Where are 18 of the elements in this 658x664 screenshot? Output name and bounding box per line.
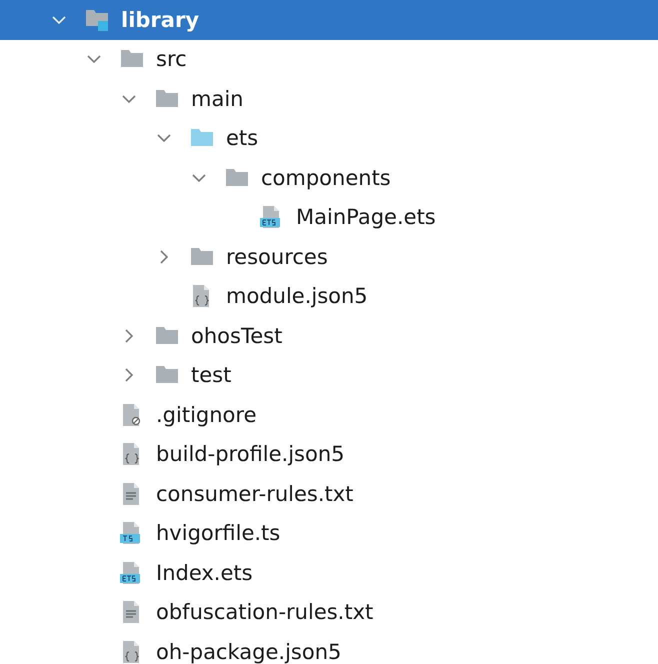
tree-item[interactable]: .gitignore [156, 402, 256, 427]
tree-item[interactable]: src [156, 47, 187, 72]
tree-item[interactable]: test [191, 363, 232, 388]
tree-item[interactable]: main [191, 86, 244, 111]
tree-item[interactable]: obfuscation-rules.txt [156, 600, 374, 624]
tree-item[interactable]: components [261, 166, 391, 190]
module-folder-icon [85, 8, 109, 32]
tree-item[interactable]: module.json5 [226, 284, 368, 308]
tree-item[interactable]: resources [226, 244, 328, 269]
tree-item[interactable]: consumer-rules.txt [156, 482, 354, 506]
tree-item[interactable]: MainPage.ets [296, 205, 436, 230]
tree-item[interactable]: oh-package.json5 [156, 640, 342, 664]
tree-item[interactable]: ets [226, 126, 258, 150]
tree-item[interactable]: ohosTest [191, 324, 282, 348]
tree-item[interactable]: library [121, 8, 200, 32]
tree-item[interactable]: build-profile.json5 [156, 442, 345, 466]
tree-item[interactable]: Index.ets [156, 560, 253, 585]
tree-item[interactable]: hvigorfile.ts [156, 521, 280, 546]
